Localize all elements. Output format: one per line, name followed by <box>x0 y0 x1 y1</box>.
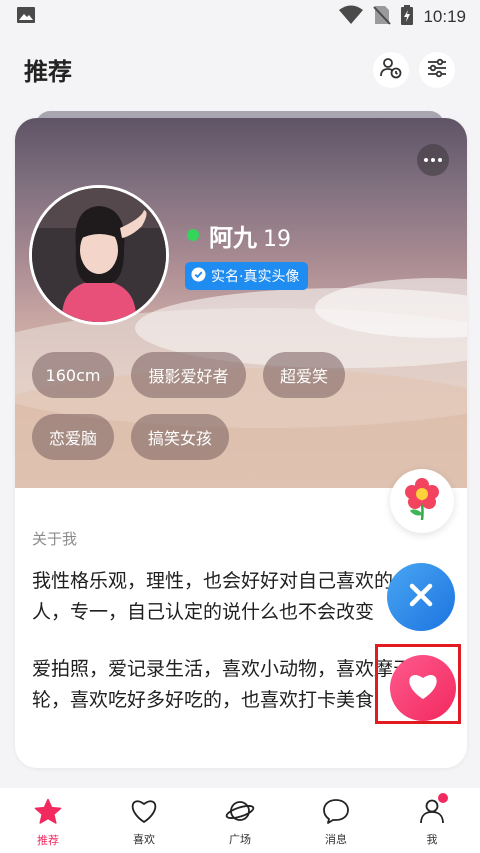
verified-label: 实名·真实头像 <box>211 269 300 285</box>
flower-icon <box>402 477 442 525</box>
gallery-notification-icon <box>16 6 36 28</box>
tag: 摄影爱好者 <box>131 352 246 398</box>
battery-charging-icon <box>401 5 414 29</box>
nav-label: 喜欢 <box>133 833 155 846</box>
header: 推荐 <box>0 48 480 92</box>
nav-recommend[interactable]: 推荐 <box>0 788 96 853</box>
nav-label: 我 <box>426 833 438 846</box>
nav-square[interactable]: 广场 <box>192 788 288 853</box>
status-time: 10:19 <box>423 7 466 26</box>
more-options-button[interactable] <box>417 144 449 176</box>
tag: 恋爱脑 <box>32 414 114 460</box>
notification-badge <box>438 793 448 803</box>
sliders-icon <box>426 57 448 83</box>
wifi-icon <box>339 5 364 29</box>
check-badge-icon <box>191 266 206 286</box>
tag: 160cm <box>32 352 114 398</box>
about-title: 关于我 <box>32 530 78 548</box>
status-bar: 10:19 <box>0 0 480 34</box>
name-line: 阿九 19 <box>209 218 291 253</box>
bottom-nav: 推荐 喜欢 广场 消息 我 <box>0 788 480 853</box>
tag: 搞笑女孩 <box>131 414 229 460</box>
close-icon <box>407 581 435 613</box>
no-sim-icon <box>373 5 392 29</box>
nav-label: 推荐 <box>37 834 59 847</box>
pass-button[interactable] <box>387 563 455 631</box>
send-flower-button[interactable] <box>390 469 454 533</box>
chat-bubble-icon <box>322 798 350 828</box>
visitors-button[interactable] <box>373 52 409 88</box>
page-title: 推荐 <box>24 58 72 86</box>
verified-badge: 实名·真实头像 <box>185 262 309 290</box>
user-clock-icon <box>379 56 403 84</box>
online-status-dot <box>187 229 199 241</box>
user-age: 19 <box>263 227 291 252</box>
tag: 超爱笑 <box>263 352 345 398</box>
filter-button[interactable] <box>419 52 455 88</box>
avatar[interactable] <box>29 185 169 325</box>
star-icon <box>34 798 62 829</box>
planet-icon <box>225 798 255 828</box>
nav-messages[interactable]: 消息 <box>288 788 384 853</box>
nav-label: 广场 <box>229 833 251 846</box>
nav-likes[interactable]: 喜欢 <box>96 788 192 853</box>
heart-outline-icon <box>130 798 158 828</box>
user-name: 阿九 <box>209 224 257 252</box>
highlight-box <box>375 644 461 724</box>
nav-me[interactable]: 我 <box>384 788 480 853</box>
nav-label: 消息 <box>325 833 347 846</box>
